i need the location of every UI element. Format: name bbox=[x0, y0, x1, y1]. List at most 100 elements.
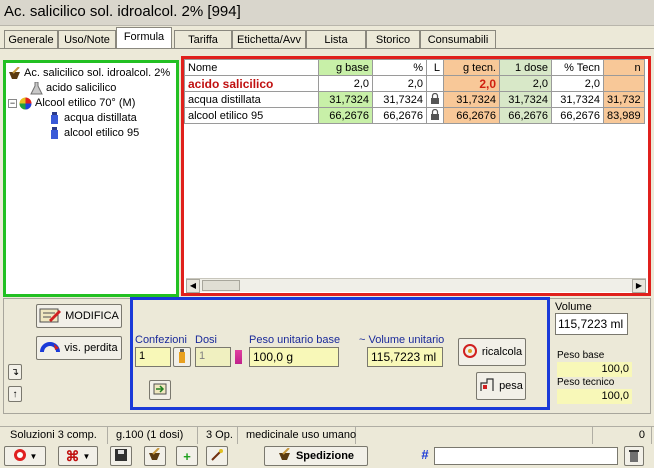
collapse-icon[interactable]: − bbox=[8, 98, 17, 108]
tools-button[interactable] bbox=[206, 446, 228, 466]
cell-extra[interactable]: 83,989 bbox=[603, 107, 645, 124]
calculation-panel: Confezioni 1 Dosi 1 Peso unitario base 1… bbox=[130, 297, 550, 410]
peso-unitario-input[interactable]: 100,0 g bbox=[249, 347, 339, 367]
package-button[interactable] bbox=[173, 347, 191, 367]
pesa-button[interactable]: pesa bbox=[476, 372, 526, 400]
tab-consumabili[interactable]: Consumabili bbox=[420, 30, 496, 49]
formula-tree[interactable]: Ac. salicilico sol. idroalcol. 2% acido … bbox=[3, 60, 179, 297]
tree-node-acqua[interactable]: acqua distillata bbox=[48, 111, 137, 125]
col-ptecn[interactable]: % Tecn bbox=[551, 59, 604, 76]
scroll-right-icon[interactable]: ▶ bbox=[632, 279, 646, 293]
lock-icon[interactable] bbox=[430, 108, 440, 123]
lock-icon[interactable] bbox=[430, 92, 440, 107]
tree-child1-label: acido salicilico bbox=[46, 82, 117, 94]
flask-icon bbox=[30, 81, 43, 95]
cell-gtecn[interactable]: 66,2676 bbox=[443, 107, 500, 124]
cell-dose[interactable]: 31,7324 bbox=[499, 91, 552, 108]
stop-button[interactable]: ▼ bbox=[4, 446, 46, 466]
trash-icon bbox=[628, 448, 640, 465]
command-icon: ⌘ bbox=[65, 447, 80, 464]
status-uso: medicinale uso umano bbox=[240, 427, 356, 444]
tab-uso-note[interactable]: Uso/Note bbox=[58, 30, 116, 49]
cell-nome[interactable]: acido salicilico bbox=[184, 75, 319, 92]
cell-perc[interactable]: 31,7324 bbox=[372, 91, 427, 108]
cell-gtecn[interactable]: 2,0 bbox=[443, 75, 500, 92]
cell-lock[interactable] bbox=[426, 91, 444, 108]
col-extra[interactable]: n bbox=[603, 59, 645, 76]
cell-nome[interactable]: alcool etilico 95 bbox=[184, 107, 319, 124]
move-up-button[interactable]: ↑ bbox=[8, 386, 22, 402]
col-gtecn[interactable]: g tecn. bbox=[443, 59, 500, 76]
tab-generale[interactable]: Generale bbox=[4, 30, 58, 49]
tab-formula[interactable]: Formula bbox=[116, 27, 172, 49]
cell-extra[interactable] bbox=[603, 75, 645, 92]
tree-node-alcool95[interactable]: alcool etilico 95 bbox=[48, 126, 139, 140]
confezioni-label: Confezioni bbox=[135, 334, 187, 346]
ricalcola-button[interactable]: ricalcola bbox=[458, 338, 526, 366]
tab-tariffa[interactable]: Tariffa bbox=[174, 30, 232, 49]
col-dose[interactable]: 1 dose bbox=[499, 59, 552, 76]
cell-ptecn[interactable]: 2,0 bbox=[551, 75, 604, 92]
ingredients-grid[interactable]: Nome g base % L g tecn. 1 dose % Tecn n … bbox=[181, 56, 651, 296]
table-row[interactable]: acqua distillata 31,7324 31,7324 31,7324… bbox=[184, 91, 645, 108]
table-row[interactable]: alcool etilico 95 66,2676 66,2676 66,267… bbox=[184, 107, 645, 124]
recalc-icon bbox=[462, 343, 478, 362]
cell-gbase[interactable]: 66,2676 bbox=[318, 107, 373, 124]
col-nome[interactable]: Nome bbox=[184, 59, 319, 76]
bottle-icon bbox=[48, 126, 61, 140]
scroll-thumb[interactable] bbox=[202, 280, 240, 291]
import-button[interactable] bbox=[149, 380, 171, 400]
col-perc[interactable]: % bbox=[372, 59, 427, 76]
delete-button[interactable] bbox=[624, 446, 644, 466]
tree-grandchild2-label: alcool etilico 95 bbox=[64, 127, 140, 139]
move-down-button[interactable]: ↴ bbox=[8, 364, 22, 380]
tab-storico[interactable]: Storico bbox=[366, 30, 420, 49]
spedizione-button[interactable]: Spedizione bbox=[264, 446, 368, 466]
add-item-button[interactable]: + bbox=[176, 446, 198, 466]
tree-node-alcool[interactable]: − Alcool etilico 70° (M) bbox=[8, 96, 135, 110]
tree-node-root[interactable]: Ac. salicilico sol. idroalcol. 2% bbox=[8, 65, 170, 80]
mortar-icon bbox=[8, 65, 21, 80]
cell-gbase[interactable]: 2,0 bbox=[318, 75, 373, 92]
cell-dose[interactable]: 2,0 bbox=[499, 75, 552, 92]
ingredients-table: Nome g base % L g tecn. 1 dose % Tecn n … bbox=[184, 59, 645, 124]
side-volume-value[interactable]: 115,7223 ml bbox=[555, 313, 628, 335]
code-search-input[interactable] bbox=[434, 447, 618, 465]
cell-extra[interactable]: 31,732 bbox=[603, 91, 645, 108]
cell-lock[interactable] bbox=[426, 107, 444, 124]
tree-node-acido[interactable]: acido salicilico bbox=[30, 81, 116, 95]
col-lock[interactable]: L bbox=[426, 59, 444, 76]
scroll-left-icon[interactable]: ◀ bbox=[186, 279, 200, 293]
cell-nome[interactable]: acqua distillata bbox=[184, 91, 319, 108]
dosi-input[interactable]: 1 bbox=[195, 347, 231, 367]
cell-gtecn[interactable]: 31,7324 bbox=[443, 91, 500, 108]
pesa-label: pesa bbox=[499, 380, 523, 392]
dropdown-arrow-icon: ▼ bbox=[29, 451, 38, 461]
tab-etichetta[interactable]: Etichetta/Avv bbox=[232, 30, 306, 49]
save-button[interactable] bbox=[110, 446, 132, 466]
volume-unitario-input[interactable]: 115,7223 ml bbox=[367, 347, 443, 367]
peso-base-value: 100,0 bbox=[557, 362, 632, 377]
cell-perc[interactable]: 2,0 bbox=[372, 75, 427, 92]
peso-label: Peso unitario base bbox=[249, 334, 341, 346]
modifica-button[interactable]: MODIFICA bbox=[36, 304, 122, 328]
confezioni-input[interactable]: 1 bbox=[135, 347, 171, 367]
grid-horizontal-scrollbar[interactable]: ◀ ▶ bbox=[186, 278, 646, 293]
col-gbase[interactable]: g base bbox=[318, 59, 373, 76]
cell-dose[interactable]: 66,2676 bbox=[499, 107, 552, 124]
vis-perdita-button[interactable]: vis. perdita bbox=[36, 336, 122, 360]
cell-ptecn[interactable]: 66,2676 bbox=[551, 107, 604, 124]
table-header-row: Nome g base % L g tecn. 1 dose % Tecn n bbox=[184, 59, 645, 76]
tab-lista[interactable]: Lista bbox=[306, 30, 366, 49]
peso-tecnico-label: Peso tecnico bbox=[557, 377, 615, 388]
command-button[interactable]: ⌘ ▼ bbox=[58, 446, 98, 466]
formula-button[interactable] bbox=[144, 446, 166, 466]
cell-perc[interactable]: 66,2676 bbox=[372, 107, 427, 124]
tree-grandchild1-label: acqua distillata bbox=[64, 112, 137, 124]
cell-gbase[interactable]: 31,7324 bbox=[318, 91, 373, 108]
bottom-toolbar: ▼ ⌘ ▼ + Spedizione # bbox=[0, 444, 654, 468]
cell-ptecn[interactable]: 31,7324 bbox=[551, 91, 604, 108]
edit-icon bbox=[39, 307, 62, 326]
loss-icon bbox=[40, 340, 61, 357]
table-row[interactable]: acido salicilico 2,0 2,0 2,0 2,0 2,0 bbox=[184, 75, 645, 92]
